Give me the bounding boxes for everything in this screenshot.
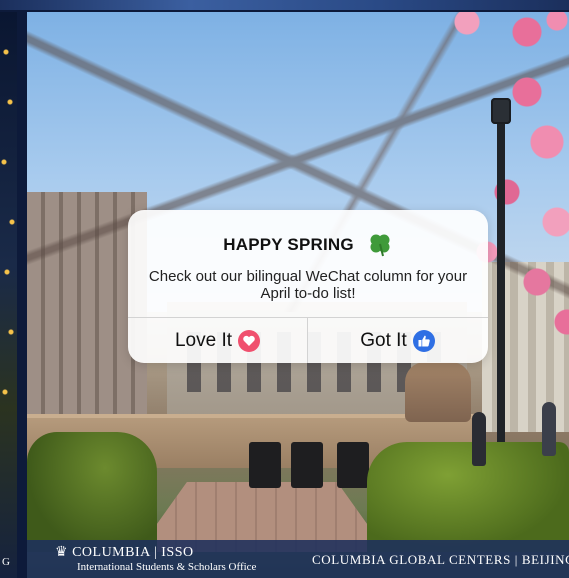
person	[542, 402, 556, 456]
four-leaf-clover-icon	[367, 232, 393, 258]
stone-urn	[405, 362, 471, 422]
popup-title: HAPPY SPRING	[128, 232, 488, 258]
reaction-popup: HAPPY SPRING Check out our bilingual WeC…	[128, 210, 488, 363]
got-it-label: Got It	[360, 329, 407, 351]
footer-banner: ♛ COLUMBIA | ISSO International Students…	[27, 540, 569, 578]
lamp-post	[497, 102, 505, 482]
popup-message: Check out our bilingual WeChat column fo…	[148, 268, 468, 302]
trash-bin	[337, 442, 369, 488]
popup-title-text: HAPPY SPRING	[223, 235, 354, 254]
thumbs-up-reaction-icon	[412, 329, 435, 352]
love-it-button[interactable]: Love It	[128, 318, 307, 363]
love-it-label: Love It	[174, 329, 233, 351]
heart-reaction-icon	[238, 329, 261, 352]
logo-subtitle: International Students & Scholars Office	[77, 561, 257, 573]
hedge-left	[27, 432, 157, 552]
prev-slide-caption: G	[2, 556, 10, 568]
global-centers-text: COLUMBIA GLOBAL CENTERS | BEIJING	[312, 552, 569, 567]
logo-text: COLUMBIA | ISSO	[72, 544, 194, 560]
trash-bin	[291, 442, 323, 488]
crown-icon: ♛	[55, 545, 69, 560]
hedge-right	[367, 442, 569, 552]
person	[472, 412, 486, 466]
trash-bin	[249, 442, 281, 488]
lamp-head	[491, 98, 511, 124]
top-strip	[0, 0, 569, 10]
previous-carousel-slide[interactable]: G	[0, 12, 17, 578]
columbia-isso-logo: ♛ COLUMBIA | ISSO	[55, 544, 194, 561]
got-it-button[interactable]: Got It	[308, 318, 487, 363]
